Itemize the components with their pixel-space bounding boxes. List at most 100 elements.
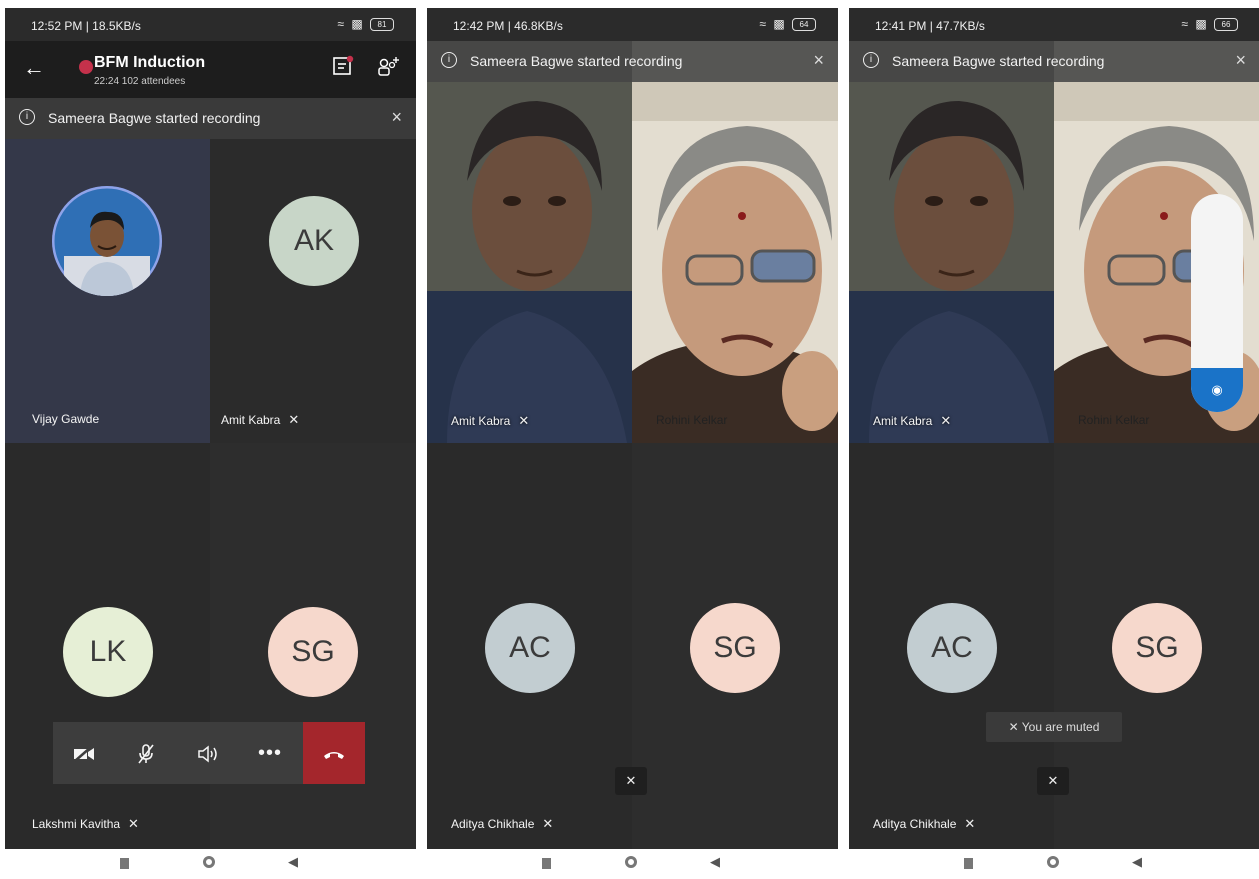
banner-text: Sameera Bagwe started recording	[892, 53, 1105, 69]
hangup-icon	[322, 743, 346, 763]
close-icon[interactable]: ×	[813, 50, 824, 71]
status-bar: 12:52 PM | 18.5KB/s ≈ ▩ 81	[5, 8, 416, 41]
call-screen: 12:52 PM | 18.5KB/s ≈ ▩ 81 ← BFM Inducti…	[5, 8, 416, 849]
participant-tile[interactable]: Vijay Gawde	[5, 139, 210, 443]
recents-icon[interactable]	[542, 858, 551, 869]
android-nav-bar: ◀	[849, 849, 1259, 879]
toast-text: You are muted	[1021, 720, 1100, 734]
speaker-icon	[197, 743, 219, 763]
wifi-icon: ≈	[337, 17, 346, 31]
participant-name: Aditya Chikhale ✕	[451, 816, 553, 832]
participant-name-label: Amit Kabra	[873, 414, 933, 428]
participant-video	[849, 41, 1054, 443]
participant-video	[632, 41, 838, 443]
mic-off-icon: ✕	[518, 413, 530, 428]
back-nav-icon[interactable]: ◀	[288, 854, 298, 870]
participant-name-label: Amit Kabra	[451, 414, 511, 428]
arrow-left-icon[interactable]: ←	[23, 55, 45, 81]
status-time: 12:52 PM | 18.5KB/s	[31, 19, 141, 33]
phone-screen-2: 12:42 PM | 46.8KB/s ≈ ▩ 64 Amit Kabra ✕	[427, 8, 838, 879]
avatar: SG	[268, 607, 358, 697]
camera-off-button[interactable]	[53, 722, 115, 784]
volume-slider[interactable]: ◉	[1191, 194, 1243, 412]
back-nav-icon[interactable]: ◀	[710, 854, 720, 870]
avatar: SG	[690, 603, 780, 693]
participant-name-label: Aditya Chikhale	[873, 817, 957, 831]
chat-icon[interactable]	[331, 55, 355, 79]
participant-tile[interactable]: AC Aditya Chikhale ✕	[427, 443, 632, 849]
home-icon[interactable]	[1047, 856, 1059, 868]
participant-tile[interactable]: LK Lakshmi Kavitha ✕	[5, 443, 210, 849]
speaker-icon: ◉	[1211, 382, 1223, 397]
participant-tile[interactable]: SG	[210, 443, 416, 849]
recording-banner: i Sameera Bagwe started recording ×	[427, 41, 838, 82]
meeting-subtitle: 22:24 102 attendees	[94, 76, 186, 87]
status-bar: 12:42 PM | 46.8KB/s ≈ ▩ 64	[427, 8, 838, 41]
home-icon[interactable]	[625, 856, 637, 868]
more-button[interactable]: •••	[239, 722, 301, 784]
participant-name: Rohini Kelkar	[1078, 413, 1150, 427]
meeting-title: BFM Induction	[94, 54, 206, 71]
participant-name: Amit Kabra ✕	[451, 413, 529, 429]
mic-off-icon: ✕	[625, 773, 637, 788]
close-icon[interactable]: ×	[391, 107, 402, 128]
battery-icon: 64	[792, 18, 816, 32]
avatar: AC	[485, 603, 575, 693]
mic-off-icon: ✕	[1008, 720, 1019, 734]
speaker-button[interactable]	[177, 722, 239, 784]
system-icons: ≈ ▩ 64	[759, 17, 816, 32]
participant-name: Amit Kabra ✕	[221, 412, 299, 428]
recents-icon[interactable]	[964, 858, 973, 869]
close-icon[interactable]: ×	[1235, 50, 1246, 71]
mic-off-icon	[137, 743, 155, 764]
signal-icon: ▩	[773, 17, 787, 31]
participant-name: Vijay Gawde	[32, 412, 100, 426]
self-mute-indicator[interactable]: ✕	[615, 767, 647, 795]
recents-icon[interactable]	[120, 858, 129, 869]
android-nav-bar: ◀	[5, 849, 416, 879]
signal-icon: ▩	[1195, 17, 1209, 31]
phone-screen-1: 12:52 PM | 18.5KB/s ≈ ▩ 81 ← BFM Inducti…	[5, 8, 416, 879]
participant-tile[interactable]: AC Aditya Chikhale ✕	[849, 443, 1054, 849]
participant-video-tile[interactable]: Amit Kabra ✕	[427, 41, 632, 443]
participant-name: Aditya Chikhale ✕	[873, 816, 975, 832]
participant-video-tile[interactable]: Rohini Kelkar	[632, 41, 838, 443]
mic-off-icon: ✕	[288, 412, 300, 427]
mic-off-icon: ✕	[964, 816, 976, 831]
wifi-icon: ≈	[759, 17, 768, 31]
call-controls: •••	[53, 722, 365, 784]
participant-name-label: Lakshmi Kavitha	[32, 817, 121, 831]
participant-tile[interactable]: SG	[632, 443, 838, 849]
info-icon: i	[19, 109, 35, 125]
system-icons: ≈ ▩ 81	[337, 17, 394, 32]
participant-name: Lakshmi Kavitha ✕	[32, 816, 139, 832]
meeting-header: ← BFM Induction 22:24 102 attendees	[5, 41, 416, 98]
participant-tile[interactable]: SG	[1054, 443, 1259, 849]
status-time: 12:41 PM | 47.7KB/s	[875, 19, 985, 33]
wifi-icon: ≈	[1181, 17, 1190, 31]
avatar: AK	[269, 196, 359, 286]
mute-button[interactable]	[115, 722, 177, 784]
recording-banner: i Sameera Bagwe started recording ×	[5, 98, 416, 139]
self-mute-indicator[interactable]: ✕	[1037, 767, 1069, 795]
add-people-icon[interactable]	[375, 55, 399, 79]
android-nav-bar: ◀	[427, 849, 838, 879]
info-icon: i	[441, 52, 457, 68]
battery-icon: 81	[370, 18, 394, 32]
participant-photo	[52, 186, 162, 296]
back-nav-icon[interactable]: ◀	[1132, 854, 1142, 870]
participant-tile[interactable]: AK Amit Kabra ✕	[210, 139, 416, 443]
mic-off-icon: ✕	[128, 816, 139, 831]
participant-video-tile[interactable]: Amit Kabra ✕	[849, 41, 1054, 443]
banner-text: Sameera Bagwe started recording	[470, 53, 683, 69]
recording-banner: i Sameera Bagwe started recording ×	[849, 41, 1259, 82]
camera-off-icon	[73, 743, 95, 763]
avatar: SG	[1112, 603, 1202, 693]
banner-text: Sameera Bagwe started recording	[48, 110, 261, 126]
home-icon[interactable]	[203, 856, 215, 868]
call-screen: 12:42 PM | 46.8KB/s ≈ ▩ 64 Amit Kabra ✕	[427, 8, 838, 849]
muted-toast: ✕ You are muted	[986, 712, 1122, 742]
more-icon: •••	[257, 742, 282, 764]
hangup-button[interactable]	[303, 722, 365, 784]
status-time: 12:42 PM | 46.8KB/s	[453, 19, 563, 33]
